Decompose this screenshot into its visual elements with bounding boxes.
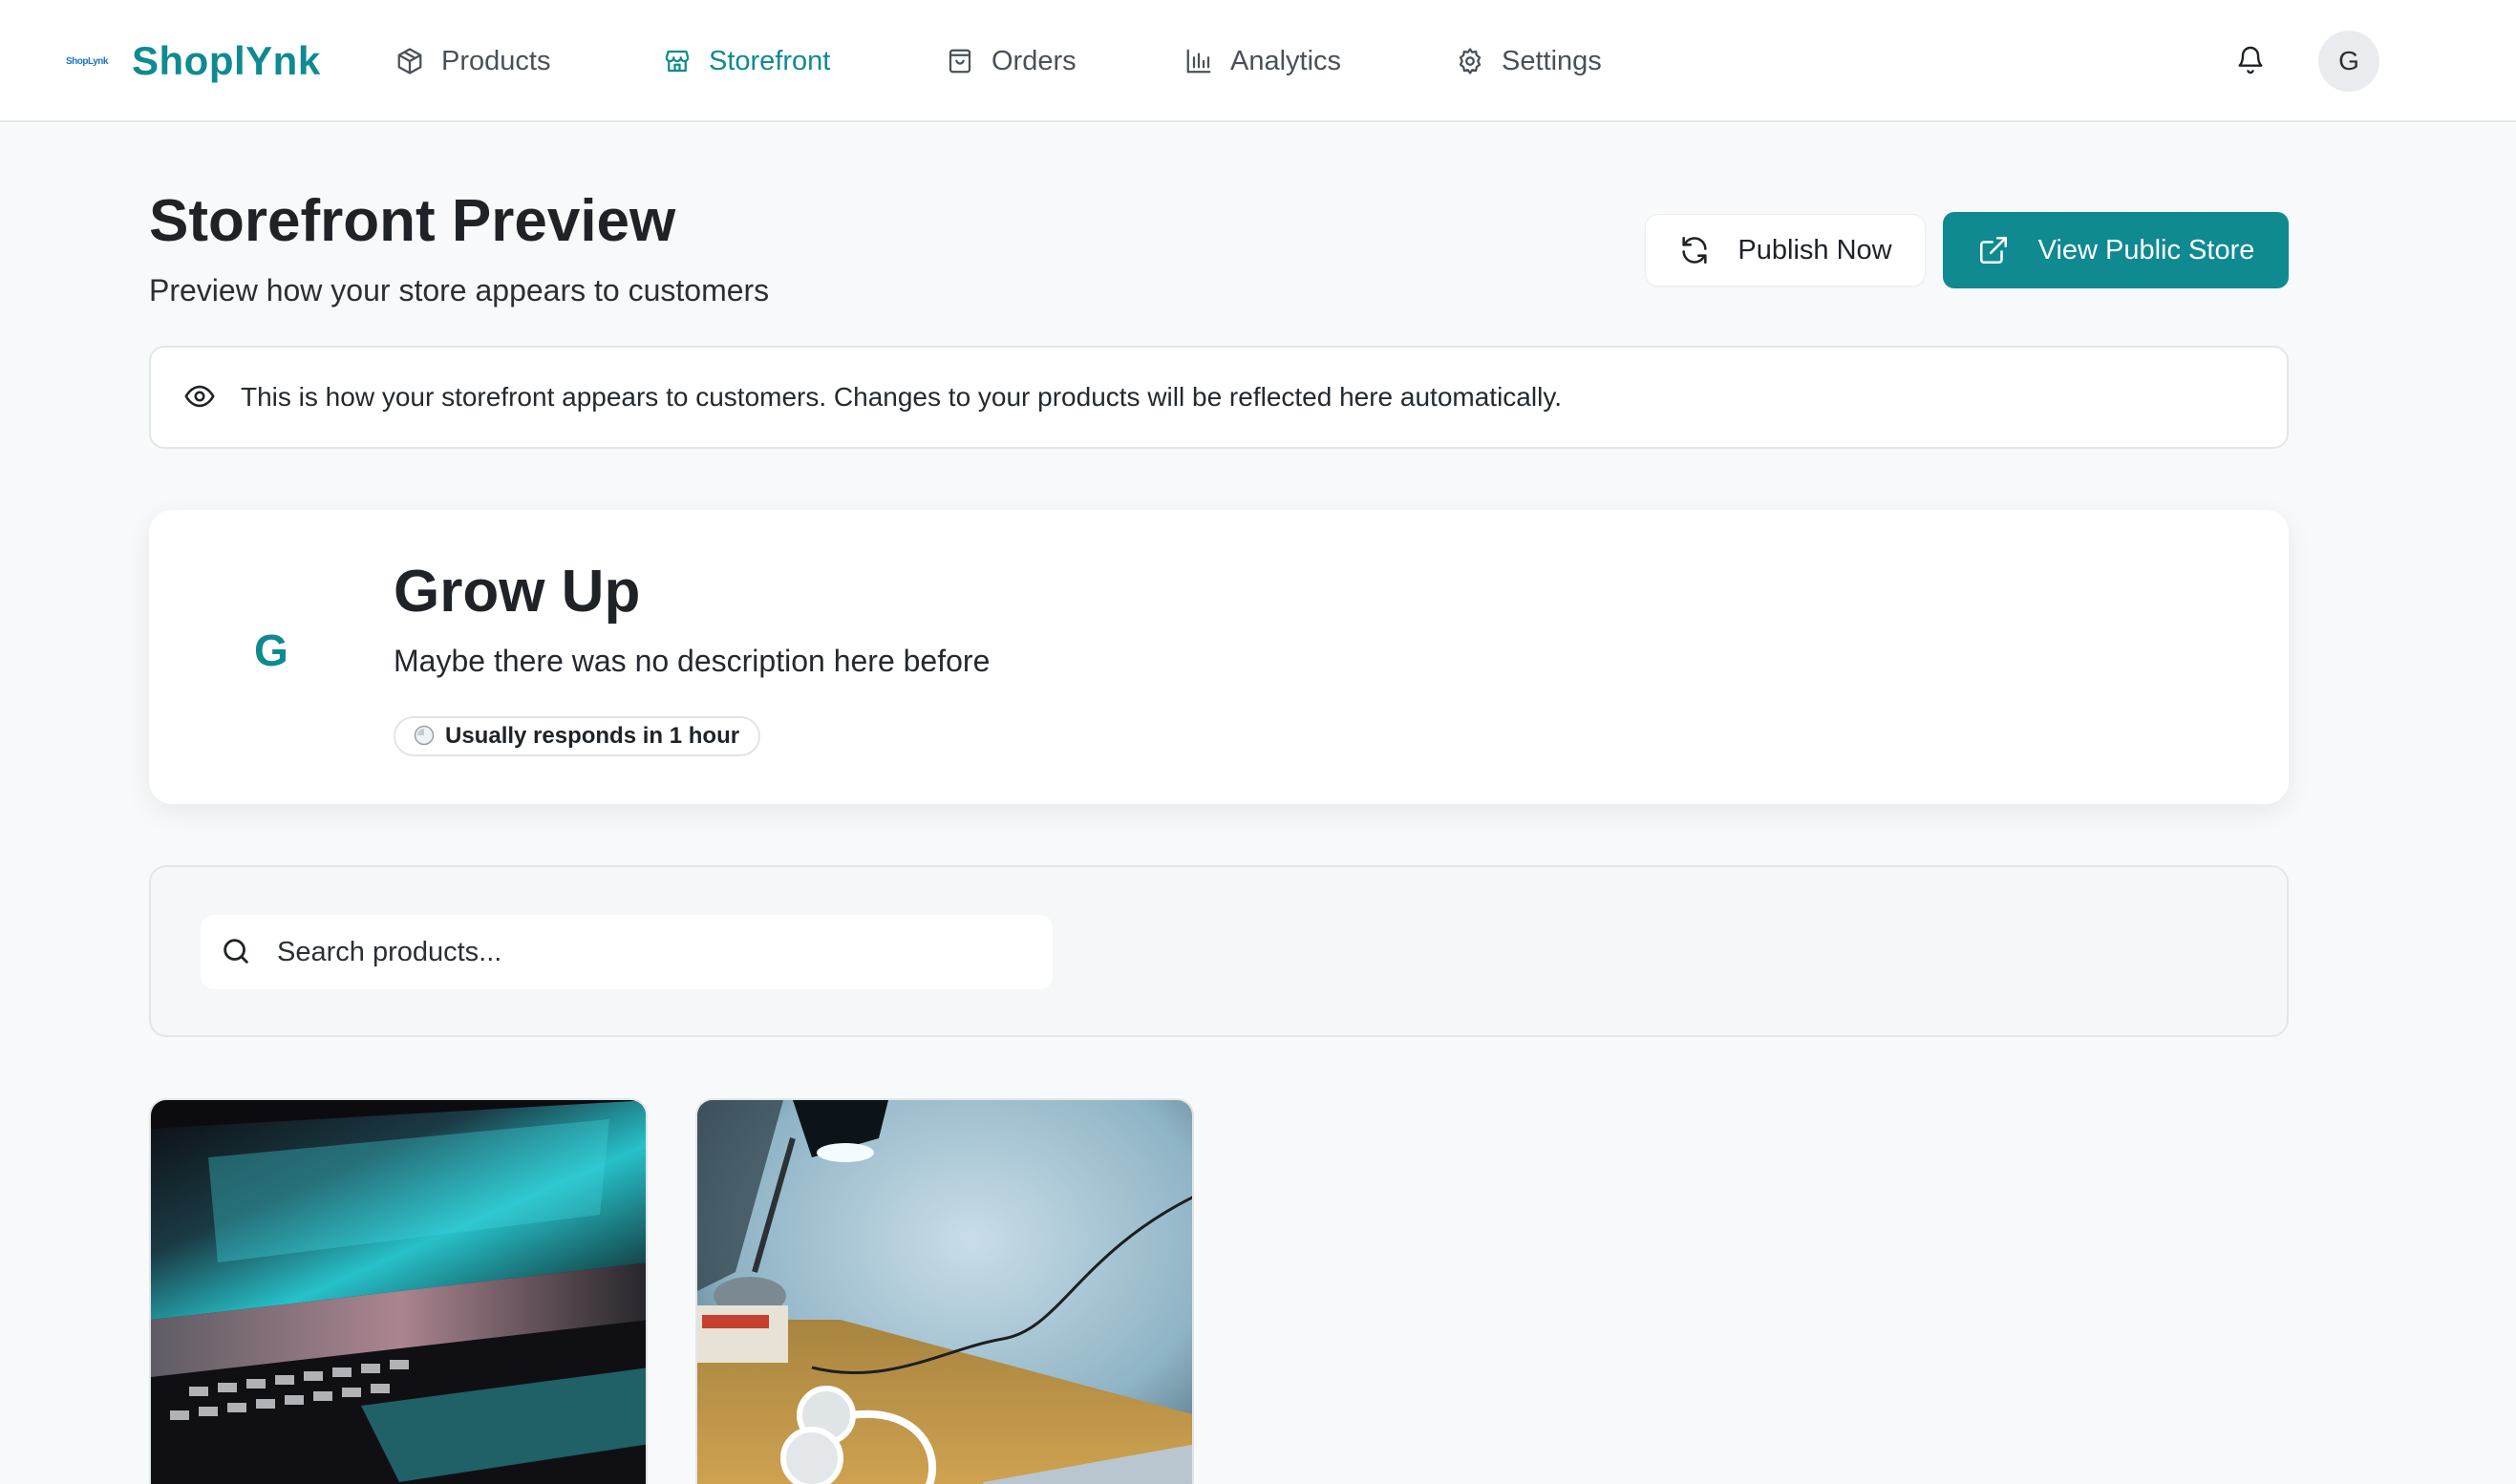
view-public-store-button[interactable]: View Public Store	[1943, 212, 2289, 288]
product-card[interactable]	[149, 1098, 648, 1484]
notifications-button[interactable]	[2231, 42, 2270, 80]
product-card[interactable]	[695, 1098, 1194, 1484]
product-search-panel	[149, 865, 2289, 1037]
package-icon	[394, 45, 426, 77]
store-description: Maybe there was no description here befo…	[394, 644, 991, 678]
nav-item-orders[interactable]: Orders	[944, 32, 1077, 90]
store-icon	[661, 45, 693, 77]
top-navigation-bar: ShopLynk ShoplYnk Products Storefront Or…	[0, 0, 2516, 122]
desk-lamp-headphones-photo	[697, 1100, 1192, 1484]
nav-item-products[interactable]: Products	[394, 32, 550, 90]
nav-item-settings[interactable]: Settings	[1454, 32, 1602, 90]
laptop-photo	[151, 1100, 646, 1484]
nav-item-label: Settings	[1502, 45, 1602, 76]
brand[interactable]: ShopLynk ShoplYnk	[63, 32, 321, 90]
search-box[interactable]	[201, 915, 1053, 989]
gear-icon	[1454, 45, 1486, 77]
refresh-icon	[1678, 234, 1711, 266]
nav-item-label: Storefront	[709, 45, 831, 76]
publish-now-label: Publish Now	[1738, 234, 1892, 265]
external-link-icon	[1977, 234, 2010, 266]
nav-item-label: Orders	[991, 45, 1077, 76]
nav-item-storefront[interactable]: Storefront	[661, 32, 830, 90]
search-input[interactable]	[277, 936, 1003, 968]
bar-chart-icon	[1183, 45, 1215, 77]
store-name: Grow Up	[394, 559, 641, 625]
user-avatar[interactable]: G	[2318, 31, 2379, 92]
brand-logo: ShopLynk	[66, 55, 108, 67]
store-logo-initial: G	[254, 625, 288, 675]
search-icon	[220, 935, 254, 969]
eye-icon	[183, 380, 218, 414]
page-subtitle: Preview how your store appears to custom…	[149, 273, 770, 307]
nav-item-label: Products	[441, 45, 551, 76]
page-title: Storefront Preview	[149, 188, 676, 254]
response-time-badge: Usually responds in 1 hour	[394, 716, 761, 756]
nav-item-analytics[interactable]: Analytics	[1183, 32, 1341, 90]
preview-notice-text: This is how your storefront appears to c…	[241, 382, 1563, 412]
clock-icon	[413, 724, 437, 749]
shopping-bag-icon	[944, 45, 976, 77]
preview-notice: This is how your storefront appears to c…	[149, 346, 2289, 449]
response-time-text: Usually responds in 1 hour	[445, 723, 740, 749]
view-public-store-label: View Public Store	[2037, 234, 2255, 265]
brand-name: ShoplYnk	[132, 38, 321, 83]
store-profile-card: G Grow Up Maybe there was no description…	[149, 510, 2289, 804]
bell-icon	[2235, 44, 2266, 79]
publish-now-button[interactable]: Publish Now	[1645, 214, 1926, 286]
nav-item-label: Analytics	[1230, 45, 1342, 76]
